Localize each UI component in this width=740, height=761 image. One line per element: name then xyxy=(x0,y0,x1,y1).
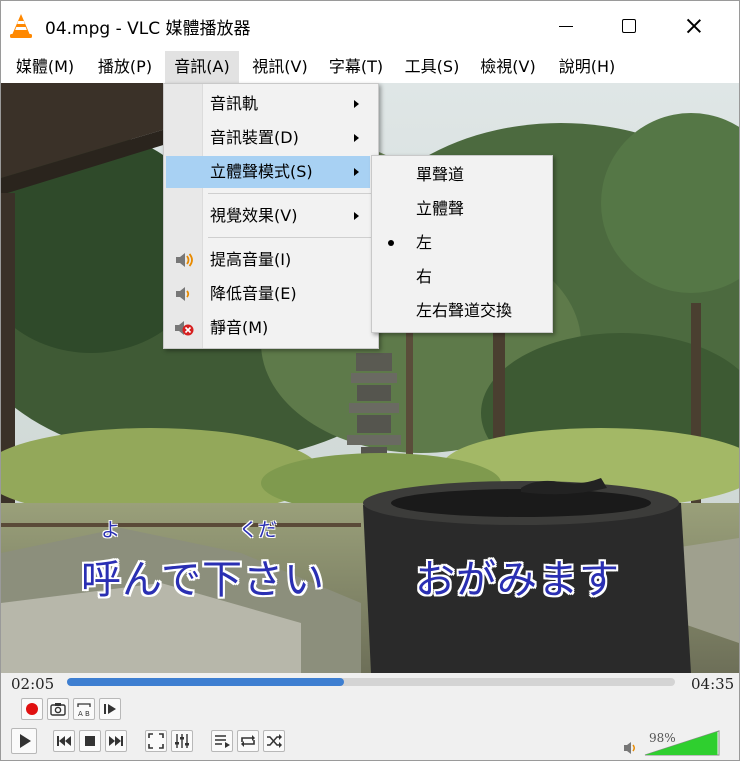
stereo-left-item[interactable]: 左 xyxy=(374,227,550,259)
visualizations-label: 視覺效果(V) xyxy=(210,206,298,225)
ab-loop-button[interactable]: A B xyxy=(73,698,95,720)
submenu-arrow-icon xyxy=(354,100,359,108)
seek-progress xyxy=(67,678,344,686)
seek-slider[interactable] xyxy=(67,678,675,686)
next-button[interactable] xyxy=(105,730,127,752)
frame-step-button[interactable] xyxy=(99,698,121,720)
audio-menu: 音訊軌 音訊裝置(D) 立體聲模式(S) 視覺效果(V) 提高音量(I) 降低音… xyxy=(163,83,379,349)
audio-device-label: 音訊裝置(D) xyxy=(210,128,299,147)
menu-help[interactable]: 說明(H) xyxy=(549,51,625,83)
stereo-mode-submenu: 單聲道 立體聲 左 右 左右聲道交換 xyxy=(371,155,553,333)
volume-down-label: 降低音量(E) xyxy=(210,284,297,303)
stereo-mode-label: 立體聲模式(S) xyxy=(210,162,313,181)
stereo-right-label: 右 xyxy=(416,267,433,286)
fullscreen-button[interactable] xyxy=(145,730,167,752)
visualizations-item[interactable]: 視覺效果(V) xyxy=(166,200,376,232)
stereo-reverse-label: 左右聲道交換 xyxy=(416,301,513,320)
volume-down-item[interactable]: 降低音量(E) xyxy=(166,278,376,310)
vlc-cone-icon xyxy=(10,14,32,38)
title-bar[interactable]: 04.mpg - VLC 媒體播放器 xyxy=(1,1,739,51)
playlist-button[interactable] xyxy=(211,730,233,752)
mute-item[interactable]: 靜音(M) xyxy=(166,312,376,344)
volume-down-icon xyxy=(176,287,190,301)
stereo-stereo-item[interactable]: 立體聲 xyxy=(374,193,550,225)
stereo-mono-item[interactable]: 單聲道 xyxy=(374,159,550,191)
previous-icon xyxy=(57,736,71,746)
shuffle-icon xyxy=(267,734,282,748)
previous-button[interactable] xyxy=(53,730,75,752)
menu-playback[interactable]: 播放(P) xyxy=(87,51,163,83)
record-icon xyxy=(26,703,38,715)
ab-loop-icon: A B xyxy=(77,703,91,718)
menu-separator xyxy=(208,193,372,194)
snapshot-button[interactable] xyxy=(47,698,69,720)
stereo-mono-label: 單聲道 xyxy=(416,165,465,184)
total-time: 04:35 xyxy=(691,675,735,693)
camera-icon xyxy=(50,703,66,716)
stereo-stereo-label: 立體聲 xyxy=(416,199,465,218)
lyric-line-1: 呼んで下さい xyxy=(81,557,325,603)
svg-text:A: A xyxy=(78,710,83,718)
checked-bullet-icon xyxy=(388,240,394,246)
menu-separator xyxy=(208,237,372,238)
audio-track-label: 音訊軌 xyxy=(210,94,259,113)
record-button[interactable] xyxy=(21,698,43,720)
extended-settings-button[interactable] xyxy=(171,730,193,752)
mute-label: 靜音(M) xyxy=(210,318,269,337)
lyric-ruby-2: くだ xyxy=(239,519,278,541)
stop-icon xyxy=(85,736,95,746)
next-icon xyxy=(109,736,123,746)
menu-view[interactable]: 檢視(V) xyxy=(471,51,545,83)
volume-slider[interactable] xyxy=(643,729,721,757)
stop-button[interactable] xyxy=(79,730,101,752)
stereo-right-item[interactable]: 右 xyxy=(374,261,550,293)
equalizer-icon xyxy=(175,734,189,748)
play-icon xyxy=(20,734,31,748)
close-window-button[interactable] xyxy=(665,1,725,51)
menu-media[interactable]: 媒體(M) xyxy=(5,51,85,83)
playlist-icon xyxy=(215,735,230,748)
volume-up-item[interactable]: 提高音量(I) xyxy=(166,244,376,276)
stereo-mode-item[interactable]: 立體聲模式(S) xyxy=(166,156,370,188)
frame-step-icon xyxy=(104,704,116,714)
menu-subtitle[interactable]: 字幕(T) xyxy=(319,51,393,83)
elapsed-time: 02:05 xyxy=(11,675,55,693)
play-button[interactable] xyxy=(11,728,37,754)
shuffle-button[interactable] xyxy=(263,730,285,752)
menu-audio[interactable]: 音訊(A) xyxy=(165,51,239,83)
submenu-arrow-icon xyxy=(354,168,359,176)
lyric-line-2: おがみます xyxy=(415,557,620,603)
loop-button[interactable] xyxy=(237,730,259,752)
minimize-button[interactable] xyxy=(535,1,595,51)
stereo-left-label: 左 xyxy=(416,233,433,252)
submenu-arrow-icon xyxy=(354,212,359,220)
audio-device-item[interactable]: 音訊裝置(D) xyxy=(166,122,376,154)
maximize-button[interactable] xyxy=(599,1,659,51)
menu-tools[interactable]: 工具(S) xyxy=(395,51,469,83)
svg-text:B: B xyxy=(85,710,90,718)
menu-video[interactable]: 視訊(V) xyxy=(243,51,317,83)
menu-bar: 媒體(M) 播放(P) 音訊(A) 視訊(V) 字幕(T) 工具(S) 檢視(V… xyxy=(1,51,739,83)
volume-up-icon xyxy=(176,253,193,267)
lyric-ruby-1: よ xyxy=(101,519,121,541)
stereo-reverse-item[interactable]: 左右聲道交換 xyxy=(374,295,550,327)
audio-track-item[interactable]: 音訊軌 xyxy=(166,88,376,120)
submenu-arrow-icon xyxy=(354,134,359,142)
mute-icon xyxy=(175,321,194,336)
volume-up-label: 提高音量(I) xyxy=(210,250,292,269)
vlc-window: 04.mpg - VLC 媒體播放器 媒體(M) 播放(P) 音訊(A) 視訊(… xyxy=(0,0,740,761)
fullscreen-icon xyxy=(148,733,164,749)
speaker-icon[interactable] xyxy=(623,741,639,755)
window-title: 04.mpg - VLC 媒體播放器 xyxy=(45,19,251,39)
loop-icon xyxy=(241,735,255,747)
